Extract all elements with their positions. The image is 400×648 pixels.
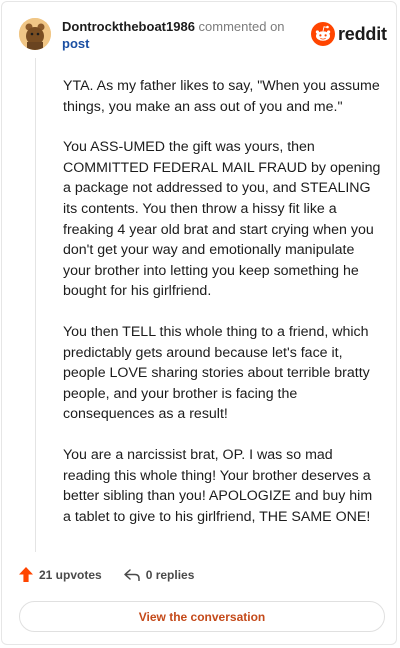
comment-card: Dontrocktheboat1986 commented on post re…	[1, 1, 397, 645]
comment-paragraph: You ASS-UMED the gift was yours, then CO…	[63, 139, 381, 300]
upvote-count: 21 upvotes	[39, 567, 102, 582]
comment-header: Dontrocktheboat1986 commented on post	[62, 18, 302, 52]
comment-paragraph: YTA. As my father likes to say, "When yo…	[63, 78, 380, 115]
replies-button[interactable]: 0 replies	[123, 567, 195, 582]
replies-count: 0 replies	[145, 567, 195, 582]
comment-paragraph: You then TELL this whole thing to a frie…	[63, 323, 370, 423]
action-text: commented on	[198, 19, 285, 34]
comment-actions: 21 upvotes 0 replies	[19, 567, 194, 582]
view-conversation-button[interactable]: View the conversation	[19, 601, 385, 632]
username[interactable]: Dontrocktheboat1986	[62, 19, 195, 34]
avatar[interactable]	[19, 18, 51, 50]
reply-icon	[123, 568, 140, 581]
post-link[interactable]: post	[62, 35, 302, 52]
user-avatar-icon	[19, 18, 51, 50]
reddit-wordmark: reddit	[338, 23, 387, 44]
comment-paragraph: You are a narcissist brat, OP. I was so …	[63, 446, 373, 525]
comment-body: YTA. As my father likes to say, "When yo…	[63, 76, 381, 547]
upvote-button[interactable]: 21 upvotes	[19, 567, 102, 582]
thread-line	[35, 58, 36, 552]
reddit-snoo-icon	[311, 22, 335, 46]
reddit-logo[interactable]: reddit	[311, 22, 387, 46]
upvote-arrow-icon	[19, 567, 33, 582]
